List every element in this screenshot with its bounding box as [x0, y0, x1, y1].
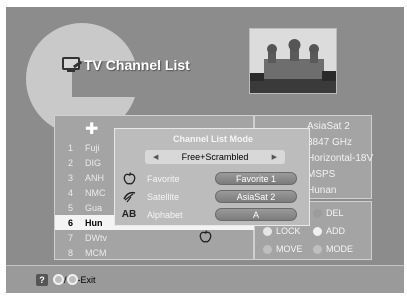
legend-add-label: ADD — [326, 226, 346, 236]
back-button-icon — [66, 274, 78, 285]
yellow-key-icon — [313, 226, 322, 236]
favorite-select-button[interactable]: Favorite 1 — [215, 172, 297, 185]
arrow-left-icon[interactable]: ◀ — [153, 153, 158, 161]
mode-selector[interactable]: ◀ Free+Scrambled ▶ — [145, 150, 285, 164]
legend-lock[interactable]: LOCK — [263, 226, 301, 236]
ok-button-icon — [53, 274, 64, 285]
channel-number: 4 — [67, 187, 73, 198]
tv-screen: TV Channel List ✚ 1 Fuji 2 DIG 3 ANH 4 NMC 5… — [6, 7, 404, 293]
legend-move-label: MOVE — [276, 244, 303, 254]
legend-move[interactable]: MOVE — [263, 244, 303, 254]
channel-number: 7 — [67, 232, 73, 243]
channel-name: Gua — [85, 202, 103, 213]
footer-bar: ? / -Exit — [6, 265, 404, 293]
channel-number: 3 — [67, 172, 73, 183]
apple-icon — [121, 171, 137, 186]
legend-del[interactable]: DEL — [313, 208, 344, 218]
header: TV Channel List — [62, 57, 190, 73]
dialog-title: Channel List Mode — [172, 134, 253, 144]
mode-key-icon — [313, 244, 322, 254]
tv-edit-icon — [62, 57, 83, 73]
legend-del-label: DEL — [326, 208, 344, 218]
legend-add[interactable]: ADD — [313, 226, 345, 236]
add-icon: ✚ — [85, 121, 99, 138]
channel-row[interactable]: 8 MCM — [55, 245, 255, 260]
channel-name: DWtv — [85, 232, 107, 243]
info-region: Hunan — [307, 185, 337, 196]
red-key-icon — [313, 208, 322, 218]
favorite-marker-icon — [199, 230, 212, 246]
channel-name: Fuji — [85, 142, 100, 153]
option-satellite: Satellite AsiaSat 2 — [121, 189, 309, 204]
channel-name: NMC — [85, 187, 106, 198]
option-label: Alphabet — [147, 209, 183, 220]
info-satellite: AsiaSat 2 — [307, 121, 350, 132]
channel-number: 8 — [67, 247, 73, 258]
info-frequency: 3847 GHz — [307, 137, 353, 148]
channel-name: ANH — [85, 172, 105, 183]
info-symbol-rate: MSPS — [307, 169, 336, 180]
channel-name: DIG — [85, 157, 102, 168]
channel-number: 2 — [67, 157, 73, 168]
alphabet-select-button[interactable]: A — [215, 208, 297, 221]
help-icon[interactable]: ? — [36, 274, 48, 286]
channel-number: 5 — [67, 202, 73, 213]
satellite-dish-icon — [121, 189, 137, 204]
blue-key-icon — [263, 244, 272, 254]
channel-list-mode-dialog: Channel List Mode ◀ Free+Scrambled ▶ Fav… — [114, 128, 310, 226]
legend-mode-label: MODE — [326, 244, 353, 254]
channel-name: Hun — [85, 217, 103, 228]
legend-mode[interactable]: MODE — [313, 244, 353, 254]
option-label: Favorite — [147, 173, 180, 184]
page-title: TV Channel List — [84, 57, 190, 73]
option-label: Satellite — [147, 191, 180, 202]
exit-label: -Exit — [77, 274, 96, 285]
channel-name: MCM — [85, 247, 107, 258]
green-key-icon — [263, 226, 272, 236]
mode-value: Free+Scrambled — [181, 152, 249, 162]
exit-hint[interactable]: / -Exit — [53, 274, 96, 285]
option-alphabet: AB Alphabet A — [121, 207, 309, 222]
preview-image — [249, 28, 337, 94]
arrow-right-icon[interactable]: ▶ — [272, 153, 277, 161]
legend-lock-label: LOCK — [276, 226, 301, 236]
alphabet-icon: AB — [121, 209, 137, 220]
channel-number: 6 — [67, 217, 73, 228]
satellite-select-button[interactable]: AsiaSat 2 — [215, 190, 297, 203]
option-favorite: Favorite Favorite 1 — [121, 171, 309, 186]
channel-row[interactable]: 7 DWtv — [55, 230, 255, 245]
info-polarization: Horizontal-18V — [307, 153, 374, 164]
channel-number: 1 — [67, 142, 73, 153]
